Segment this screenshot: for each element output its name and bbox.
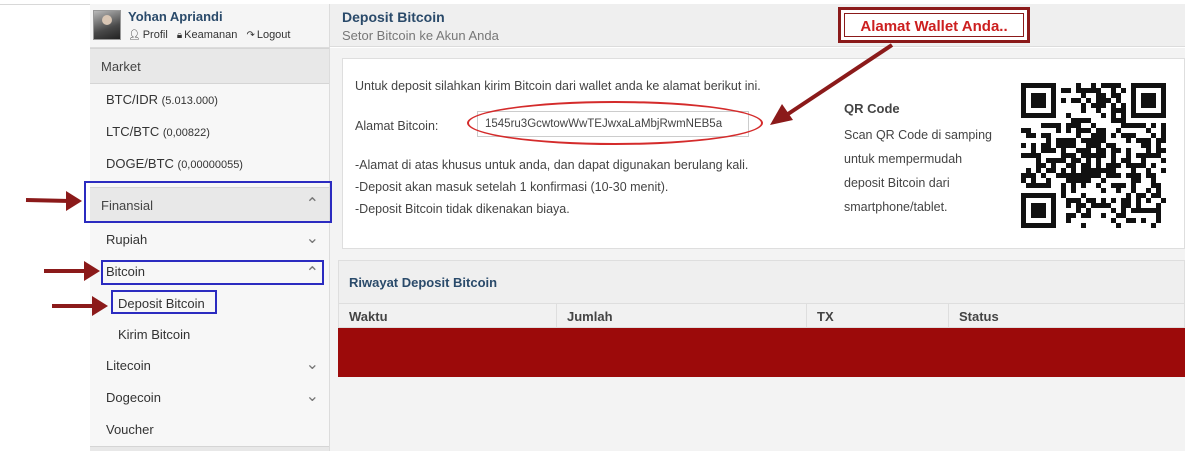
- market-header[interactable]: Market: [90, 48, 329, 84]
- column-jumlah[interactable]: Jumlah: [557, 304, 807, 329]
- sidebar-item-btc-idr[interactable]: BTC/IDR (5.013.000): [90, 84, 329, 116]
- profil-link[interactable]: 👤︎ Profil: [128, 29, 168, 41]
- sidebar-footer-header: [90, 446, 329, 451]
- bitcoin-highlight-box: [101, 260, 324, 285]
- avatar: [93, 10, 121, 40]
- wallet-callout-label: Alamat Wallet Anda..: [844, 13, 1024, 37]
- dogecoin-label: Dogecoin: [106, 390, 161, 405]
- deposit-note: -Alamat di atas khusus untuk anda, dan d…: [355, 158, 749, 172]
- logout-link[interactable]: ↷ Logout: [246, 29, 290, 41]
- page-header: Deposit Bitcoin Setor Bitcoin ke Akun An…: [330, 4, 1185, 47]
- market-price: (5.013.000): [161, 95, 218, 107]
- market-pair: DOGE/BTC: [106, 156, 174, 171]
- sidebar-item-rupiah[interactable]: Rupiah ⌄: [90, 224, 329, 256]
- address-highlight-ellipse: [467, 101, 763, 145]
- page-subtitle: Setor Bitcoin ke Akun Anda: [342, 28, 499, 43]
- history-header: Riwayat Deposit Bitcoin: [338, 260, 1185, 303]
- voucher-label: Voucher: [106, 422, 154, 437]
- market-price: (0,00822): [162, 127, 210, 139]
- rupiah-label: Rupiah: [106, 232, 148, 247]
- market-header-label: Market: [101, 59, 141, 74]
- logout-label: Logout: [256, 29, 291, 41]
- column-tx[interactable]: TX: [807, 304, 949, 329]
- user-icon: 👤︎: [128, 30, 141, 41]
- sidebar-item-ltc-btc[interactable]: LTC/BTC (0,00822): [90, 116, 329, 148]
- column-status[interactable]: Status: [949, 304, 1185, 329]
- history-table-header: Waktu Jumlah TX Status: [338, 303, 1185, 329]
- market-price: (0,00000055): [177, 159, 243, 171]
- lock-icon: 🔒︎: [176, 30, 183, 41]
- finansial-highlight-box: [84, 181, 332, 223]
- history-title: Riwayat Deposit Bitcoin: [349, 275, 498, 290]
- kirim-bitcoin-label: Kirim Bitcoin: [118, 327, 191, 342]
- user-links: 👤︎ Profil 🔒︎ Keamanan ↷ Logout: [128, 29, 296, 41]
- chevron-down-icon: ⌄: [305, 230, 319, 247]
- user-name: Yohan Apriandi: [128, 9, 223, 24]
- wallet-callout: Alamat Wallet Anda..: [838, 7, 1030, 43]
- main-content: Deposit Bitcoin Setor Bitcoin ke Akun An…: [330, 4, 1185, 451]
- profil-label: Profil: [142, 29, 168, 41]
- chevron-down-icon: ⌄: [305, 388, 319, 405]
- chevron-down-icon: ⌄: [305, 356, 319, 373]
- sidebar-item-voucher[interactable]: Voucher: [90, 414, 329, 446]
- page-title: Deposit Bitcoin: [342, 9, 445, 25]
- deposit-intro: Untuk deposit silahkan kirim Bitcoin dar…: [355, 79, 761, 93]
- sidebar-item-dogecoin[interactable]: Dogecoin ⌄: [90, 382, 329, 414]
- qr-code-image: [1021, 83, 1166, 228]
- sidebar-item-litecoin[interactable]: Litecoin ⌄: [90, 350, 329, 382]
- qr-description: Scan QR Code di samping untuk mempermuda…: [844, 128, 992, 214]
- sidebar-item-kirim-bitcoin[interactable]: Kirim Bitcoin: [90, 319, 329, 350]
- deposit-note: -Deposit Bitcoin tidak dikenakan biaya.: [355, 202, 570, 216]
- address-label: Alamat Bitcoin:: [355, 119, 439, 133]
- logout-icon: ↷: [246, 30, 255, 41]
- user-box: Yohan Apriandi 👤︎ Profil 🔒︎ Keamanan ↷ Logo…: [90, 4, 329, 48]
- keamanan-link[interactable]: 🔒︎ Keamanan: [177, 29, 238, 41]
- body-area: Untuk deposit silahkan kirim Bitcoin dar…: [330, 48, 1185, 451]
- market-pair: BTC/IDR: [106, 92, 158, 107]
- qr-title: QR Code: [844, 101, 900, 116]
- arrow-icon: [25, 191, 82, 211]
- keamanan-label: Keamanan: [184, 29, 238, 41]
- deposit-highlight-box: [111, 290, 217, 314]
- column-waktu[interactable]: Waktu: [339, 304, 557, 329]
- sidebar-item-doge-btc[interactable]: DOGE/BTC (0,00000055): [90, 148, 329, 180]
- deposit-note: -Deposit akan masuk setelah 1 konfirmasi…: [355, 180, 669, 194]
- litecoin-label: Litecoin: [106, 358, 151, 373]
- deposit-panel: Untuk deposit silahkan kirim Bitcoin dar…: [342, 58, 1185, 249]
- market-pair: LTC/BTC: [106, 124, 160, 139]
- sidebar: Yohan Apriandi 👤︎ Profil 🔒︎ Keamanan ↷ Logo…: [90, 4, 330, 451]
- history-empty-bar: [338, 328, 1185, 377]
